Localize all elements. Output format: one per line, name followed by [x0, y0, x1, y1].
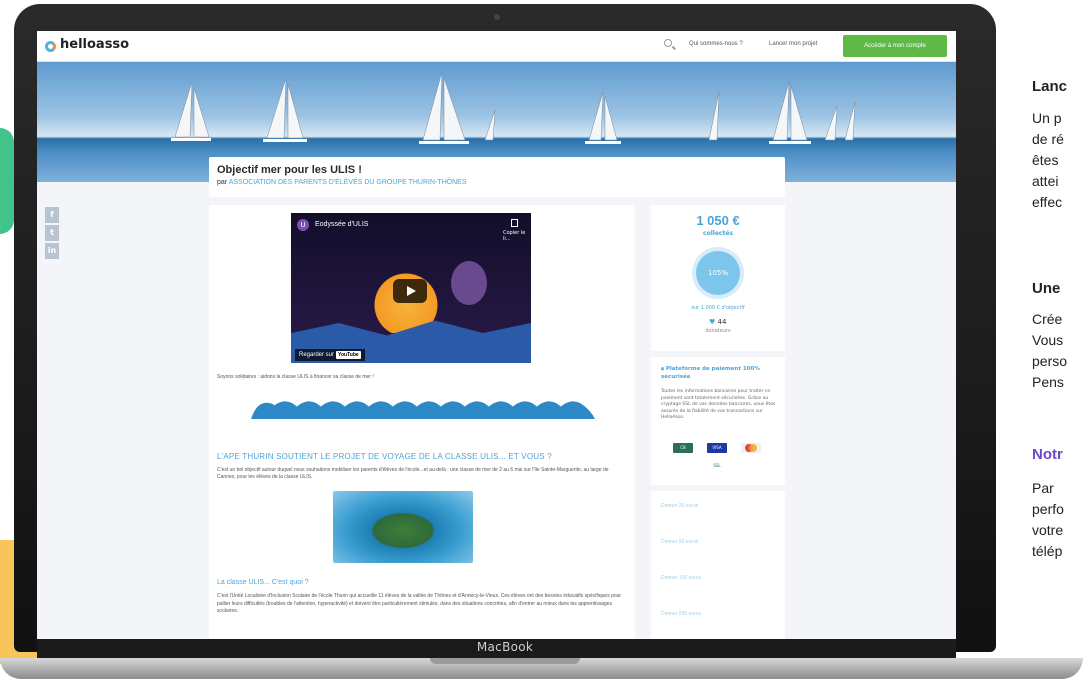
island-photo [333, 491, 473, 563]
linkedin-share-icon[interactable]: in [45, 243, 59, 259]
mastercard-icon [741, 443, 761, 453]
right-text-line: Vous [1032, 332, 1064, 348]
channel-avatar[interactable]: U [297, 219, 309, 231]
ssl-badge-icon: SSL [707, 461, 727, 471]
donate-option[interactable]: Donner 50 euros [661, 539, 698, 545]
right-text-line: êtes [1032, 152, 1059, 168]
copy-link-label[interactable]: Copier le li... [503, 230, 531, 242]
decorative-green-shape [0, 128, 14, 234]
right-text-line: votre [1032, 522, 1064, 538]
donors-count: 44 [717, 318, 727, 326]
nav-launch-project[interactable]: Lancer mon projet [769, 41, 817, 47]
secure-payment-card: 🔒︎ Plateforme de paiement 100% sécurisée… [651, 357, 785, 485]
watch-on-label: Regarder sur [299, 352, 335, 358]
play-button[interactable] [393, 279, 427, 303]
secure-title-text: Plateforme de paiement 100% sécurisée [661, 366, 760, 380]
heart-icon: ♥ 44 [709, 318, 727, 326]
cb-card-icon: CB [673, 443, 693, 453]
organization-link[interactable]: ASSOCIATION DES PARENTS D'ÉLÈVES DU GROU… [229, 179, 467, 186]
device-label: MacBook [476, 640, 534, 654]
right-text-line: de ré [1032, 131, 1064, 147]
goal-text: sur 1 000 € d'objectif [691, 305, 745, 311]
subheading-text: C'est l'Unité Localisée d'Inclusion Scol… [217, 593, 622, 614]
campaign-description: U Eodyssée d'ULIS Copier le li... Regard… [209, 205, 635, 639]
amount-collected: 1 050 € [696, 213, 740, 228]
donate-option[interactable]: Donner 100 euros [661, 575, 701, 581]
intro-text: Soyons solidaires : aidons la classe ULI… [217, 374, 374, 380]
progress-percent-circle: 105% [696, 251, 740, 295]
donate-option[interactable]: Donner 20 euros [661, 503, 698, 509]
search-icon[interactable] [664, 39, 672, 47]
section-text: C'est un bel objectif autour duquel nous… [217, 467, 609, 480]
video-character [451, 261, 487, 305]
watch-on-youtube[interactable]: Regarder sur YouTube [295, 349, 365, 361]
waves-illustration [251, 401, 595, 419]
laptop-screen: helloasso Qui sommes-nous ? Lancer mon p… [37, 31, 956, 639]
right-text-line: Un p [1032, 110, 1062, 126]
by-prefix: par [217, 179, 228, 186]
collected-label: collectés [703, 230, 733, 237]
logo-text: helloasso [60, 37, 130, 52]
right-text-line: perso [1032, 353, 1068, 369]
donate-option[interactable]: Donner 200 euros [661, 611, 701, 617]
copy-link-icon[interactable] [511, 219, 518, 227]
video-title[interactable]: Eodyssée d'ULIS [315, 221, 368, 228]
youtube-video[interactable]: U Eodyssée d'ULIS Copier le li... Regard… [291, 213, 531, 363]
site-header: helloasso Qui sommes-nous ? Lancer mon p… [37, 31, 956, 62]
right-text-line: Pens [1032, 374, 1064, 390]
logo-icon [45, 41, 56, 52]
laptop-notch [430, 658, 580, 664]
section-heading: L'APE THURIN SOUTIENT LE PROJET DE VOYAG… [217, 452, 552, 461]
camera-dot [494, 14, 500, 20]
account-button[interactable]: Accéder à mon compte [843, 35, 947, 57]
donate-options-card: Donner 20 euros Donner 50 euros Donner 1… [651, 491, 785, 639]
visa-card-icon: VISA [707, 443, 727, 453]
right-text-line: attei [1032, 173, 1059, 189]
campaign-title-card: Objectif mer pour les ULIS ! par ASSOCIA… [209, 157, 785, 197]
right-text-line: télép [1032, 543, 1063, 559]
right-heading-2: Une [1032, 280, 1061, 297]
secure-payment-text: Toutes les informations bancaires pour t… [661, 389, 776, 420]
secure-payment-title: 🔒︎ Plateforme de paiement 100% sécurisée [661, 365, 779, 381]
right-heading-3: Notr [1032, 446, 1063, 463]
organizer-line: par ASSOCIATION DES PARENTS D'ÉLÈVES DU … [217, 179, 467, 186]
donors-label: donateurs [705, 328, 731, 334]
progress-card: 1 050 € collectés 105% sur 1 000 € d'obj… [651, 205, 785, 351]
helloasso-logo[interactable]: helloasso [45, 37, 129, 52]
right-text-line: Crée [1032, 311, 1063, 327]
twitter-share-icon[interactable]: t [45, 225, 59, 241]
right-text-line: effec [1032, 194, 1063, 210]
subheading: La classe ULIS... C'est quoi ? [217, 579, 309, 586]
right-text-line: perfo [1032, 501, 1064, 517]
page-title: Objectif mer pour les ULIS ! [217, 164, 362, 176]
youtube-logo: YouTube [336, 351, 361, 359]
right-heading-1: Lanc [1032, 78, 1068, 95]
right-text-line: Par [1032, 480, 1054, 496]
nav-who-we-are[interactable]: Qui sommes-nous ? [689, 41, 743, 47]
facebook-share-icon[interactable]: f [45, 207, 59, 223]
